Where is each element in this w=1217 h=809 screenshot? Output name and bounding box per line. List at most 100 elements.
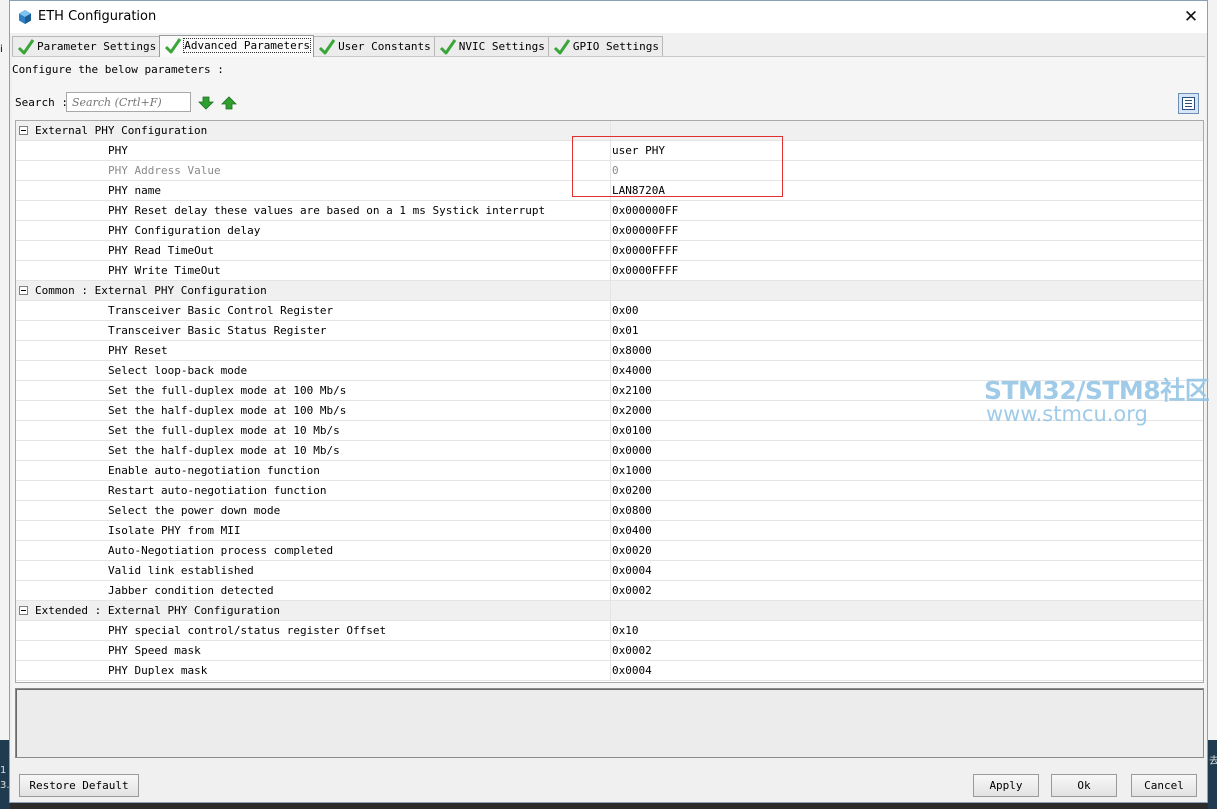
param-value[interactable]: 0x0004	[610, 661, 1203, 680]
param-name: Auto-Negotiation process completed	[108, 544, 334, 557]
title-bar: ETH Configuration ✕	[10, 1, 1207, 33]
search-next-arrow-down-icon[interactable]	[198, 95, 214, 111]
table-row[interactable]: PHY Speed mask 0x0002	[16, 641, 1203, 661]
param-name: PHY Reset delay these values are based o…	[108, 204, 546, 217]
group-value-cell	[610, 601, 1203, 620]
param-value[interactable]: 0x00	[610, 301, 1203, 320]
tab-label: GPIO Settings	[572, 40, 659, 53]
param-value[interactable]: 0x0000FFFF	[610, 261, 1203, 280]
table-row[interactable]: PHY user PHY	[16, 141, 1203, 161]
group-row-extended-external-phy[interactable]: Extended : External PHY Configuration	[16, 601, 1203, 621]
cancel-button[interactable]: Cancel	[1131, 774, 1197, 797]
group-name: External PHY Configuration	[35, 124, 208, 137]
green-check-icon	[17, 39, 35, 55]
table-row[interactable]: PHY name LAN8720A	[16, 181, 1203, 201]
tab-label: User Constants	[338, 40, 431, 53]
configure-label: Configure the below parameters :	[12, 63, 224, 76]
green-check-icon	[439, 39, 457, 55]
collapse-icon[interactable]	[19, 126, 28, 135]
background-right-dark	[1208, 740, 1217, 809]
param-name: Valid link established	[108, 564, 254, 577]
collapse-icon[interactable]	[19, 286, 28, 295]
param-name: PHY Duplex mask	[108, 664, 208, 677]
search-previous-arrow-up-icon[interactable]	[221, 95, 237, 111]
table-row[interactable]: Restart auto-negotiation function 0x0200	[16, 481, 1203, 501]
param-value[interactable]: 0x1000	[610, 461, 1203, 480]
param-value[interactable]: 0x0004	[610, 561, 1203, 580]
param-name: Restart auto-negotiation function	[108, 484, 327, 497]
group-value-cell	[610, 121, 1203, 140]
tab-nvic-settings[interactable]: NVIC Settings	[433, 36, 549, 57]
param-name: Select the power down mode	[108, 504, 281, 517]
table-row[interactable]: Auto-Negotiation process completed 0x0020	[16, 541, 1203, 561]
table-row[interactable]: Transceiver Basic Control Register 0x00	[16, 301, 1203, 321]
tab-bar: Parameter Settings Advanced Parameters U…	[12, 35, 663, 57]
table-row: PHY Address Value 0	[16, 161, 1203, 181]
param-name: PHY Write TimeOut	[108, 264, 221, 277]
param-value[interactable]: 0x0002	[610, 641, 1203, 660]
table-row[interactable]: Valid link established 0x0004	[16, 561, 1203, 581]
close-button[interactable]: ✕	[1175, 1, 1207, 33]
table-row[interactable]: Enable auto-negotiation function 0x1000	[16, 461, 1203, 481]
search-input[interactable]	[66, 92, 191, 112]
watermark-title: STM32/STM8社区	[984, 376, 1210, 405]
param-value[interactable]: 0x0000	[610, 441, 1203, 460]
list-view-toggle-button[interactable]	[1178, 93, 1199, 114]
table-row[interactable]: Transceiver Basic Status Register 0x01	[16, 321, 1203, 341]
app-cube-icon	[19, 10, 31, 24]
tab-advanced-parameters[interactable]: Advanced Parameters	[159, 35, 315, 57]
table-row[interactable]: Select the power down mode 0x0800	[16, 501, 1203, 521]
param-name: PHY Read TimeOut	[108, 244, 214, 257]
param-value[interactable]: 0x8000	[610, 341, 1203, 360]
group-name: Common : External PHY Configuration	[35, 284, 267, 297]
background-fragment-text: 去	[1209, 756, 1217, 767]
param-value[interactable]: 0x0200	[610, 481, 1203, 500]
group-row-common-external-phy[interactable]: Common : External PHY Configuration	[16, 281, 1203, 301]
param-name: Set the full-duplex mode at 100 Mb/s	[108, 384, 347, 397]
table-row[interactable]: PHY special control/status register Offs…	[16, 621, 1203, 641]
table-row[interactable]: Isolate PHY from MII 0x0400	[16, 521, 1203, 541]
table-row[interactable]: PHY Reset delay these values are based o…	[16, 201, 1203, 221]
table-row[interactable]: Jabber condition detected 0x0002	[16, 581, 1203, 601]
tab-gpio-settings[interactable]: GPIO Settings	[547, 36, 663, 57]
table-row[interactable]: Set the half-duplex mode at 10 Mb/s 0x000…	[16, 441, 1203, 461]
param-name: Transceiver Basic Control Register	[108, 304, 334, 317]
tab-user-constants[interactable]: User Constants	[313, 36, 435, 57]
param-name: Isolate PHY from MII	[108, 524, 241, 537]
param-value[interactable]: 0x0000FFFF	[610, 241, 1203, 260]
ok-button[interactable]: Ok	[1051, 774, 1117, 797]
param-value[interactable]: 0x0002	[610, 581, 1203, 600]
param-value[interactable]: 0x0400	[610, 521, 1203, 540]
background-fragment-text: 1	[0, 765, 7, 776]
param-name: PHY Reset	[108, 344, 168, 357]
close-icon: ✕	[1183, 7, 1199, 27]
param-name: PHY Configuration delay	[108, 224, 261, 237]
green-check-icon	[165, 38, 182, 54]
collapse-icon[interactable]	[19, 606, 28, 615]
param-value[interactable]: user PHY	[610, 141, 1203, 160]
param-name: Transceiver Basic Status Register	[108, 324, 327, 337]
param-value[interactable]: 0x0800	[610, 501, 1203, 520]
param-value[interactable]: 0x10	[610, 621, 1203, 640]
param-value[interactable]: LAN8720A	[610, 181, 1203, 200]
param-value[interactable]: 0x0020	[610, 541, 1203, 560]
table-row[interactable]: PHY Write TimeOut 0x0000FFFF	[16, 261, 1203, 281]
description-area	[15, 688, 1204, 758]
group-value-cell	[610, 281, 1203, 300]
param-value: 0	[610, 161, 1203, 180]
table-row[interactable]: PHY Read TimeOut 0x0000FFFF	[16, 241, 1203, 261]
group-name: Extended : External PHY Configuration	[35, 604, 281, 617]
restore-default-button[interactable]: Restore Default	[19, 774, 139, 797]
param-value[interactable]: 0x00000FFF	[610, 221, 1203, 240]
tab-label: Parameter Settings	[37, 40, 157, 53]
green-check-icon	[553, 39, 571, 55]
table-row[interactable]: PHY Reset 0x8000	[16, 341, 1203, 361]
table-row[interactable]: PHY Configuration delay 0x00000FFF	[16, 221, 1203, 241]
group-row-external-phy[interactable]: External PHY Configuration	[16, 121, 1203, 141]
tab-parameter-settings[interactable]: Parameter Settings	[12, 36, 161, 57]
apply-button[interactable]: Apply	[973, 774, 1039, 797]
param-value[interactable]: 0x01	[610, 321, 1203, 340]
watermark: STM32/STM8社区 www.stmcu.org	[984, 376, 1210, 425]
param-value[interactable]: 0x000000FF	[610, 201, 1203, 220]
table-row[interactable]: PHY Duplex mask 0x0004	[16, 661, 1203, 681]
